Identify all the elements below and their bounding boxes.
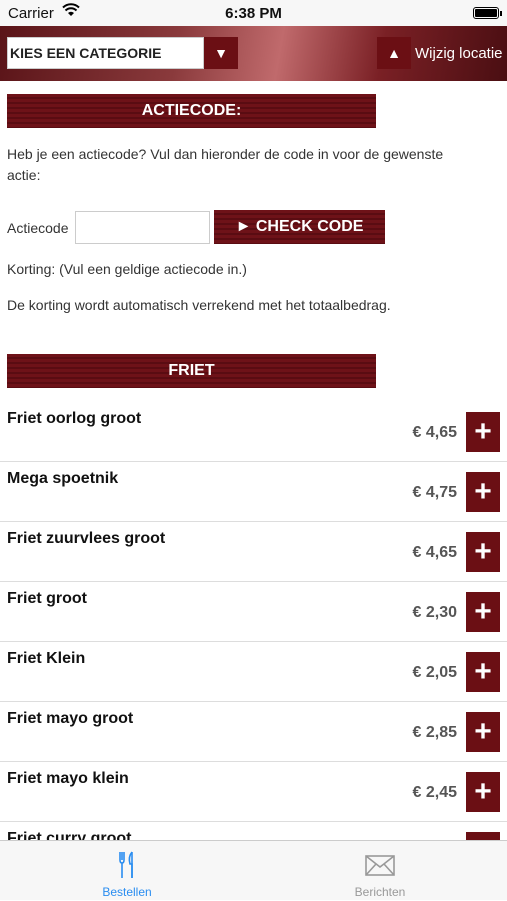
add-to-order-button[interactable]: + [466, 712, 500, 752]
product-row: Friet curry groot + [0, 822, 507, 840]
product-row: Friet mayo groot € 2,85 + [0, 702, 507, 762]
change-location-link[interactable]: Wijzig locatie [415, 45, 503, 62]
add-to-order-button[interactable]: + [466, 772, 500, 812]
battery-tip [500, 11, 502, 16]
battery-icon [473, 7, 499, 19]
promo-intro-text: Heb je een actiecode? Vul dan hieronder … [7, 146, 444, 183]
discount-note-text: De korting wordt automatisch verrekend m… [7, 297, 391, 313]
add-to-order-button[interactable]: + [466, 412, 500, 452]
add-to-order-button[interactable]: + [466, 652, 500, 692]
product-row: Friet mayo klein € 2,45 + [0, 762, 507, 822]
add-to-order-button[interactable]: + [466, 592, 500, 632]
product-row: Mega spoetnik € 4,75 + [0, 462, 507, 522]
promo-code-input[interactable] [75, 211, 210, 244]
discount-status-text: Korting: (Vul een geldige actiecode in.) [7, 261, 247, 277]
envelope-icon [365, 855, 395, 876]
promo-code-label: Actiecode [7, 220, 69, 236]
product-name: Mega spoetnik [7, 470, 119, 487]
tab-label: Bestellen [102, 885, 152, 899]
tab-bar: Bestellen Berichten [0, 840, 507, 900]
product-name: Friet zuurvlees groot [7, 530, 166, 547]
status-time: 6:38 PM [225, 5, 282, 22]
add-to-order-button[interactable]: + [466, 832, 500, 840]
product-list: Friet oorlog groot € 4,65 + Mega spoetni… [0, 402, 507, 840]
tab-bestellen[interactable]: Bestellen [67, 841, 187, 901]
tab-label: Berichten [354, 885, 406, 899]
category-dropdown-button[interactable]: ▼ [204, 37, 238, 69]
check-code-button[interactable]: ► CHECK CODE [214, 210, 385, 244]
product-price: € 2,05 [412, 664, 457, 681]
add-to-order-button[interactable]: + [466, 472, 500, 512]
product-name: Friet mayo klein [7, 770, 129, 787]
product-row: Friet oorlog groot € 4,65 + [0, 402, 507, 462]
product-name: Friet oorlog groot [7, 410, 142, 427]
product-name: Friet mayo groot [7, 710, 134, 727]
product-name: Friet groot [7, 590, 87, 607]
category-header: FRIET [7, 354, 376, 388]
product-row: Friet Klein € 2,05 + [0, 642, 507, 702]
product-price: € 4,65 [412, 544, 457, 561]
product-price: € 2,30 [412, 604, 457, 621]
status-bar: Carrier 6:38 PM [0, 0, 507, 26]
product-price: € 4,65 [412, 424, 457, 441]
product-name: Friet Klein [7, 650, 86, 667]
category-select[interactable]: KIES EEN CATEGORIE [7, 37, 204, 69]
product-price: € 2,85 [412, 724, 457, 741]
tab-berichten[interactable]: Berichten [320, 841, 440, 901]
product-price: € 4,75 [412, 484, 457, 501]
product-price: € 2,45 [412, 784, 457, 801]
product-name: Friet curry groot [7, 830, 132, 840]
promo-section-header: ACTIECODE: [7, 94, 376, 128]
add-to-order-button[interactable]: + [466, 532, 500, 572]
top-bar: KIES EEN CATEGORIE ▼ ▲ Wijzig locatie [0, 26, 507, 81]
product-row: Friet zuurvlees groot € 4,65 + [0, 522, 507, 582]
product-row: Friet groot € 2,30 + [0, 582, 507, 642]
fork-knife-icon [119, 851, 133, 878]
location-toggle-button[interactable]: ▲ [377, 37, 411, 69]
